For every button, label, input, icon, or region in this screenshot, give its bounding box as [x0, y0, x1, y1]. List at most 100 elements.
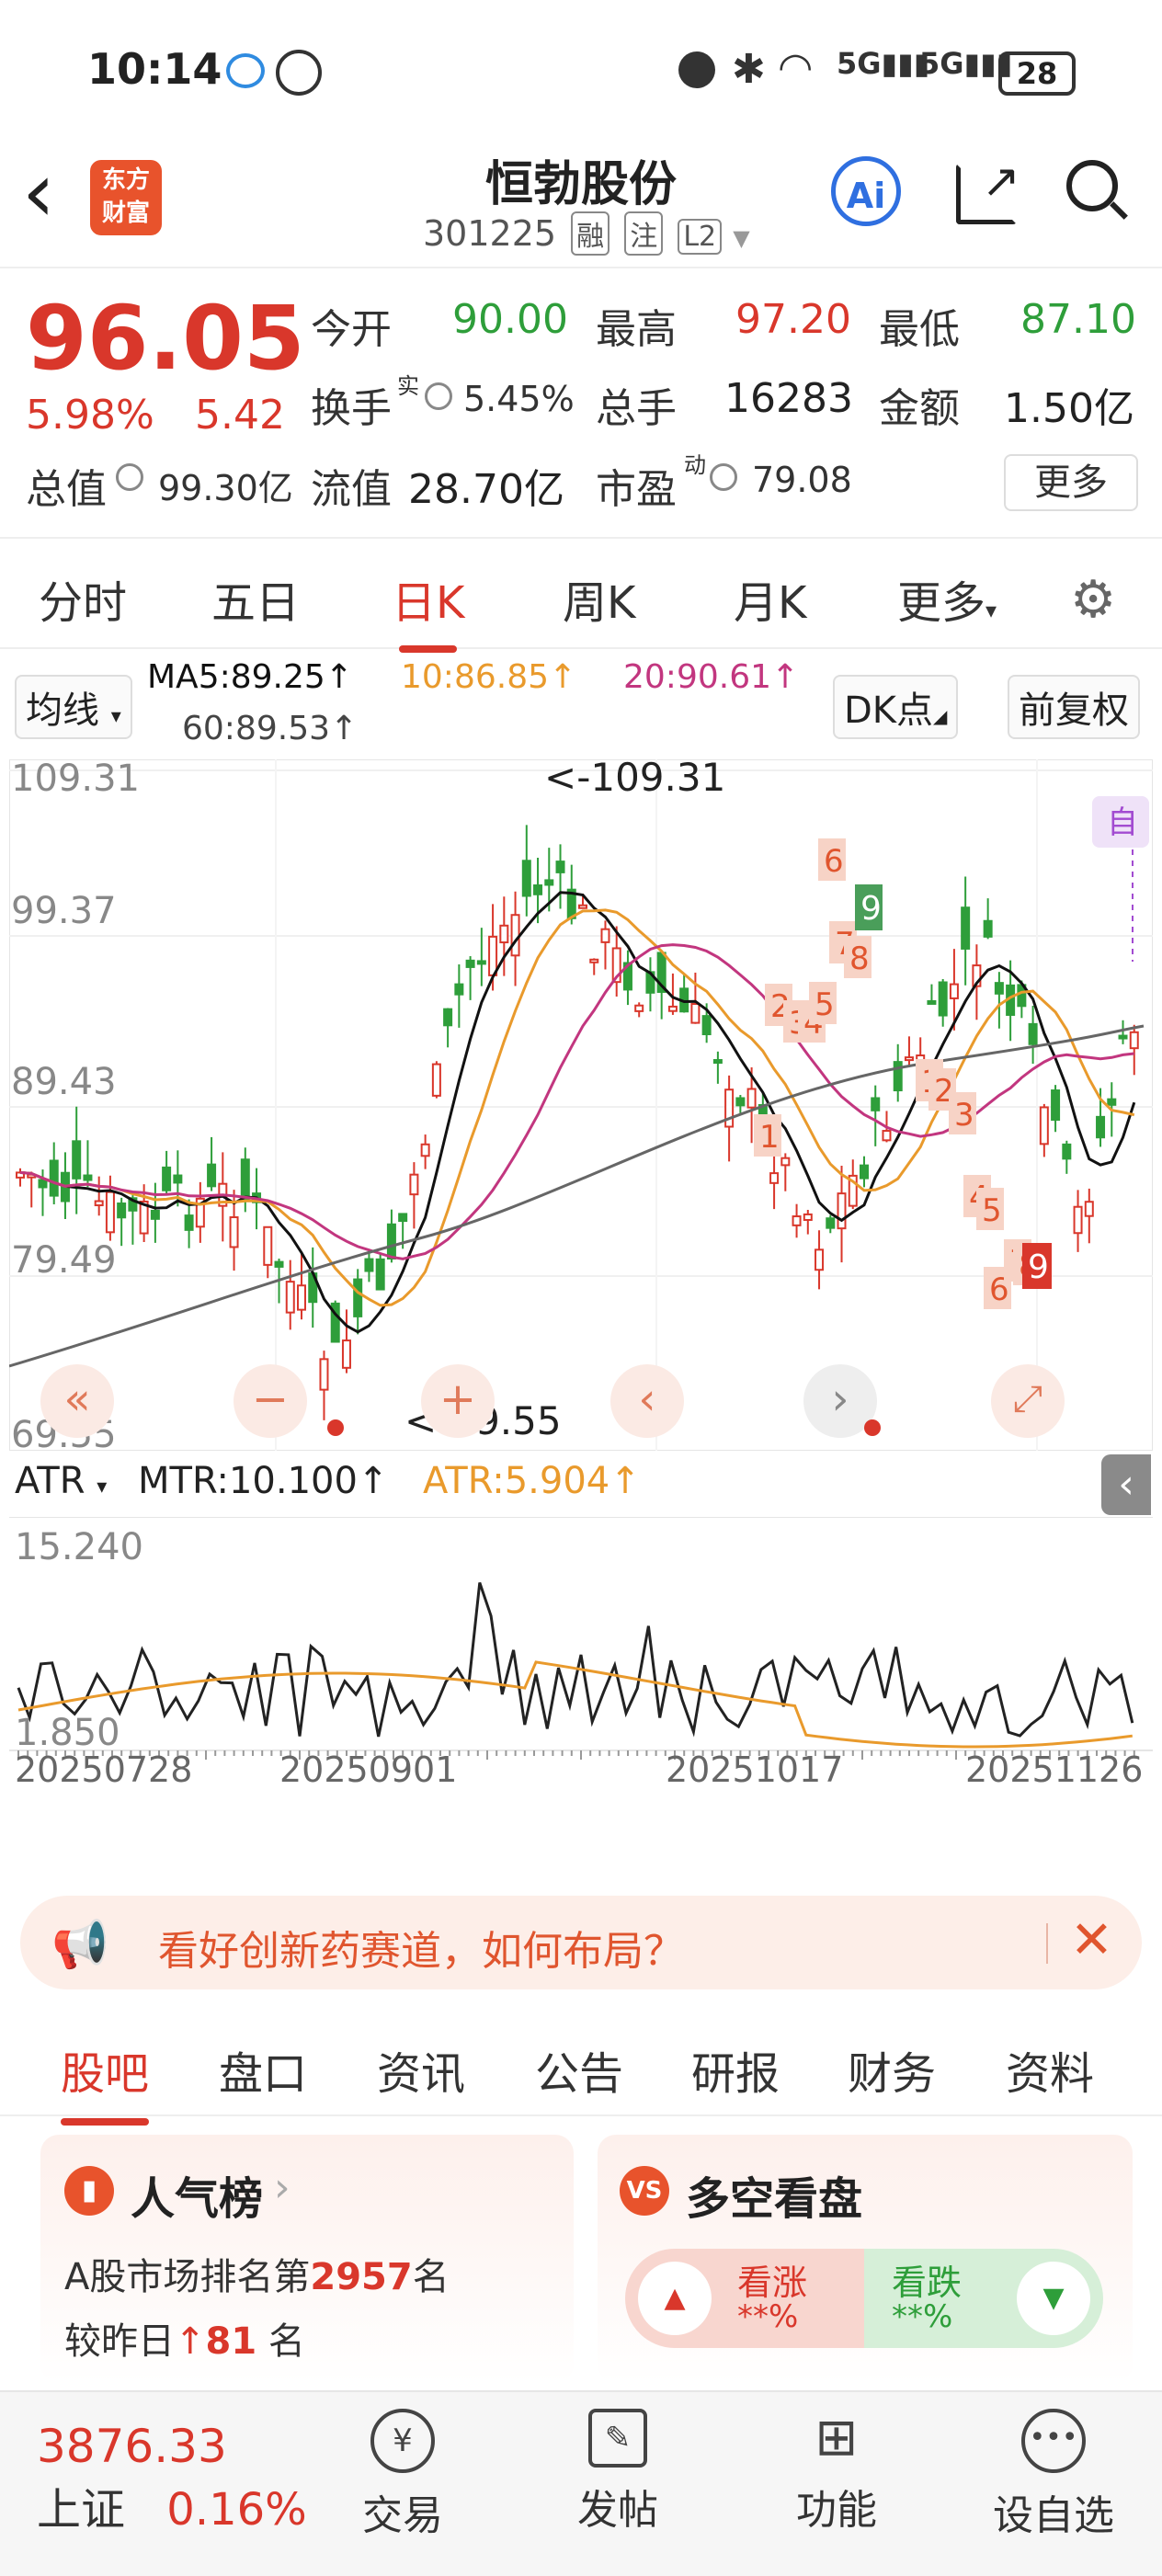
candle-body [578, 904, 587, 909]
duokong-card[interactable]: VS 多空看盘 ▲ 看涨 **% 看跌 **% ▼ [598, 2135, 1133, 2383]
candle-body [780, 1157, 791, 1167]
candle-body [49, 1159, 59, 1197]
td-signal: 3 [954, 1097, 974, 1134]
candle-body [1096, 1115, 1106, 1139]
bear-button[interactable]: 看跌 **% ▼ [864, 2249, 1103, 2348]
hand-icon [276, 50, 322, 96]
candle-body [510, 914, 520, 957]
info-icon[interactable] [116, 463, 143, 491]
index-value: 3876.33 [37, 2420, 227, 2473]
candle-body [803, 1213, 813, 1221]
date-axis-label: 20251017 [666, 1750, 843, 1784]
atr-chart[interactable]: 15.240 1.85020250728 20250901 20251017 20251… [9, 1517, 1153, 1784]
nav-trade[interactable]: ¥ 交易 [329, 2409, 476, 2541]
status-time: 10:14 [87, 44, 222, 94]
pe-label: 市盈 [596, 466, 677, 513]
candle-body [285, 1281, 295, 1314]
candle-body [882, 1130, 892, 1142]
popularity-title: 人气榜 [131, 2173, 264, 2225]
price-axis-label: 99.37 [11, 890, 117, 932]
nav-add-watchlist[interactable]: ••• 设自选 [980, 2409, 1127, 2541]
zoom-out-button[interactable]: − [234, 1364, 307, 1438]
gear-icon[interactable]: ⚙ [1070, 570, 1116, 630]
nav-post[interactable]: ✎ 发帖 [544, 2409, 691, 2536]
info-icon[interactable] [710, 463, 737, 491]
candle-body [792, 1215, 802, 1226]
index-ticker[interactable]: 3876.33 上证 0.16% [37, 2420, 313, 2537]
chevron-down-icon: ▾ [985, 598, 997, 623]
td-signal: 1 [759, 1119, 780, 1156]
tab-announcement[interactable]: 公告 [535, 2037, 623, 2102]
candle-body [274, 1260, 284, 1268]
banner-text: 看好创新药赛道，如何布局？ [158, 1928, 684, 1975]
candle-body [443, 1008, 453, 1027]
adjust-selector[interactable]: 前复权 [1008, 675, 1140, 739]
more-button[interactable]: 更多 [1004, 454, 1138, 511]
dk-point-selector[interactable]: DK点◢ [833, 675, 959, 739]
promo-banner[interactable]: 📢 看好创新药赛道，如何布局？ ✕ [20, 1896, 1142, 1989]
tab-pankou[interactable]: 盘口 [219, 2037, 307, 2102]
candle-body [476, 960, 486, 965]
nav-function[interactable]: ⊞ 功能 [763, 2409, 910, 2536]
info-tabs: 股吧 盘口 资讯 公告 研报 财务 资料 [0, 2013, 1162, 2126]
atr-selector[interactable]: ATR ▾ [15, 1460, 107, 1502]
tab-intraday[interactable]: 分时 [39, 566, 127, 631]
bear-label: 看跌 [892, 2263, 963, 2303]
close-icon[interactable]: ✕ [1070, 1910, 1113, 1970]
tab-more[interactable]: 更多▾ [897, 566, 997, 631]
tab-research[interactable]: 研报 [691, 2037, 780, 2102]
yen-icon: ¥ [370, 2409, 435, 2473]
ma-selector-label: 均线 [26, 690, 99, 732]
low-label: 最低 [879, 306, 960, 353]
tab-weekly-k[interactable]: 周K [563, 566, 635, 631]
fullscreen-button[interactable]: ⤢ [991, 1364, 1065, 1438]
tab-monthly-k[interactable]: 月K [734, 566, 806, 631]
edit-icon: ✎ [588, 2409, 647, 2468]
tab-profile[interactable]: 资料 [1006, 2037, 1094, 2102]
scroll-left-fast-button[interactable]: « [40, 1364, 114, 1438]
atr-value: ATR:5.904↑ [423, 1460, 641, 1502]
candle-body [1107, 1098, 1117, 1106]
bull-label: 看涨 [737, 2263, 808, 2303]
change-percent: 5.98% [26, 392, 154, 439]
nav-trade-label: 交易 [362, 2492, 443, 2539]
triangle-down-icon: ▼ [1017, 2262, 1090, 2335]
price-axis-label: 89.43 [11, 1061, 117, 1103]
red-dot-indicator [864, 1419, 881, 1436]
candle-body [150, 1209, 160, 1220]
date-axis-label: 20250728 [15, 1750, 192, 1784]
atr-axis-label: 15.240 [15, 1526, 143, 1568]
candle-body [949, 983, 959, 999]
mktcap-value: 99.30亿 [158, 468, 293, 508]
chat-icon [226, 53, 265, 88]
tab-guba[interactable]: 股吧 [61, 2037, 150, 2126]
stock-header: ‹ 东方 财富 恒勃股份 301225 融 注 L2 ▼ Ai ↗ [0, 138, 1162, 268]
ai-button[interactable]: Ai [831, 156, 901, 226]
scroll-left-button[interactable]: ‹ [610, 1364, 684, 1438]
dk-label: DK点 [844, 690, 934, 732]
high-label: 最高 [596, 306, 677, 353]
amount-value: 1.50亿 [1004, 385, 1134, 432]
candle-body [173, 1174, 183, 1184]
popularity-card[interactable]: ▮ 人气榜 › A股市场排名第2957名 较昨日↑81 名 [40, 2135, 574, 2383]
zoom-in-button[interactable]: + [421, 1364, 495, 1438]
td-signal: 6 [824, 843, 844, 880]
candle-body [1118, 1034, 1128, 1040]
tab-news[interactable]: 资讯 [377, 2037, 465, 2102]
info-icon[interactable] [425, 382, 452, 410]
kline-chart[interactable]: 678234511234567899 109.3199.3789.4379.49… [9, 759, 1153, 1451]
change-amount: 5.42 [195, 392, 285, 439]
ma-selector[interactable]: 均线 ▾ [15, 675, 132, 739]
battery-icon: 28 [998, 51, 1076, 96]
candle-body [94, 1200, 104, 1207]
bull-button[interactable]: ▲ 看涨 **% [625, 2249, 864, 2348]
tab-daily-k[interactable]: 日K [392, 566, 464, 653]
amount-label: 金额 [879, 385, 960, 432]
ma5-value: MA5:89.25↑ [147, 658, 353, 696]
candle-body [1051, 1089, 1061, 1122]
tab-five-day[interactable]: 五日 [211, 566, 300, 631]
candle-body [117, 1203, 127, 1219]
chevron-down-icon[interactable]: ▼ [733, 225, 749, 251]
tab-finance[interactable]: 财务 [848, 2037, 936, 2102]
collapse-panel-button[interactable]: ‹ [1101, 1454, 1151, 1515]
